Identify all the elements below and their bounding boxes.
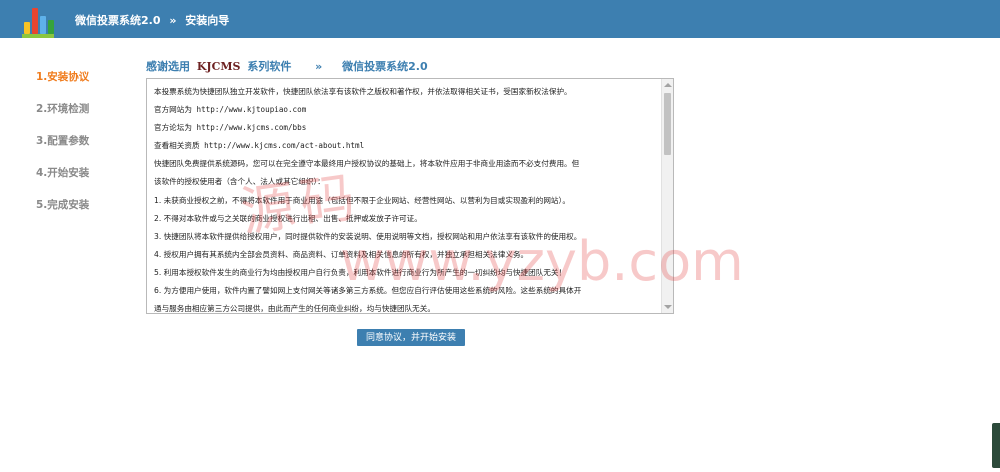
step-configure: 3.配置参数 xyxy=(36,135,90,147)
bar-chart-logo-icon xyxy=(22,6,54,38)
scroll-down-arrow-icon[interactable] xyxy=(664,305,672,309)
license-line: 官方论坛为 http://www.kjcms.com/bbs xyxy=(154,123,307,133)
step-complete: 5.完成安装 xyxy=(36,199,90,211)
license-line: 本投票系统为快捷团队独立开发软件，快捷团队依法享有该软件之版权和著作权，并依法取… xyxy=(154,87,572,96)
license-line: 通与服务由相应第三方公司提供，由此而产生的任何商业纠纷，均与快捷团队无关。 xyxy=(154,304,435,314)
breadcrumb: 微信投票系统2.0 » 安装向导 xyxy=(75,12,229,28)
title-arrow: » xyxy=(315,60,323,73)
agree-and-install-button[interactable]: 同意协议，并开始安装 xyxy=(357,329,465,346)
license-line: 该软件的授权使用者（含个人、法人或其它组织）： xyxy=(154,177,325,187)
license-scrollbar[interactable] xyxy=(661,79,673,313)
install-wizard-page: 微信投票系统2.0 » 安装向导 1.安装协议 2.环境检测 3.配置参数 4.… xyxy=(0,0,1000,472)
license-line: 1. 未获商业授权之前，不得将本软件用于商业用途（包括但不限于企业网站、经营性网… xyxy=(154,195,570,205)
license-text: 本投票系统为快捷团队独立开发软件，快捷团队依法享有该软件之版权和著作权，并依法取… xyxy=(154,83,660,314)
license-line: 官方网站为 http://www.kjtoupiao.com xyxy=(154,105,307,115)
license-line: 5. 利用本授权软件发生的商业行为均由授权用户自行负责，利用本软件进行商业行为所… xyxy=(154,267,567,277)
scroll-up-arrow-icon[interactable] xyxy=(664,83,672,87)
license-agreement-box[interactable]: 本投票系统为快捷团队独立开发软件，快捷团队依法享有该软件之版权和著作权，并依法取… xyxy=(146,78,674,314)
license-line: 4. 授权用户拥有其系统内全部会员资料、商品资料、订单资料及相关信息的所有权，并… xyxy=(154,249,529,259)
title-prefix: 感谢选用 xyxy=(146,60,190,73)
license-line: 2. 不得对本软件或与之关联的商业授权进行出租、出售、抵押或发放子许可证。 xyxy=(154,213,422,223)
side-tool-widget[interactable] xyxy=(992,423,1000,468)
title-suffix: 系列软件 xyxy=(247,60,292,73)
step-license: 1.安装协议 xyxy=(36,71,90,83)
page-title: 感谢选用 KJCMS 系列软件 » 微信投票系统2.0 xyxy=(146,58,428,74)
license-line: 查看相关资质 http://www.kjcms.com/act-about.ht… xyxy=(154,141,365,151)
install-steps: 1.安装协议 2.环境检测 3.配置参数 4.开始安装 5.完成安装 xyxy=(36,70,89,230)
product-name: 微信投票系统2.0 xyxy=(342,60,428,73)
license-line: 快捷团队免费提供系统源码，您可以在完全遵守本最终用户授权协议的基础上，将本软件应… xyxy=(154,159,580,169)
brand-name: KJCMS xyxy=(196,60,241,73)
scrollbar-thumb[interactable] xyxy=(664,93,671,155)
app-title: 微信投票系统2.0 xyxy=(75,14,161,27)
header-bar: 微信投票系统2.0 » 安装向导 xyxy=(0,0,1000,38)
license-line: 3. 快捷团队将本软件提供给授权用户，同时提供软件的安装说明、使用说明等文档，授… xyxy=(154,231,582,241)
license-line: 6. 为方便用户使用，软件内置了譬如网上支付网关等诸多第三方系统。但您应自行评估… xyxy=(154,286,582,296)
step-start-install: 4.开始安装 xyxy=(36,167,90,179)
breadcrumb-separator: » xyxy=(169,14,177,27)
page-name: 安装向导 xyxy=(185,14,230,27)
step-environment-check: 2.环境检测 xyxy=(36,103,90,115)
